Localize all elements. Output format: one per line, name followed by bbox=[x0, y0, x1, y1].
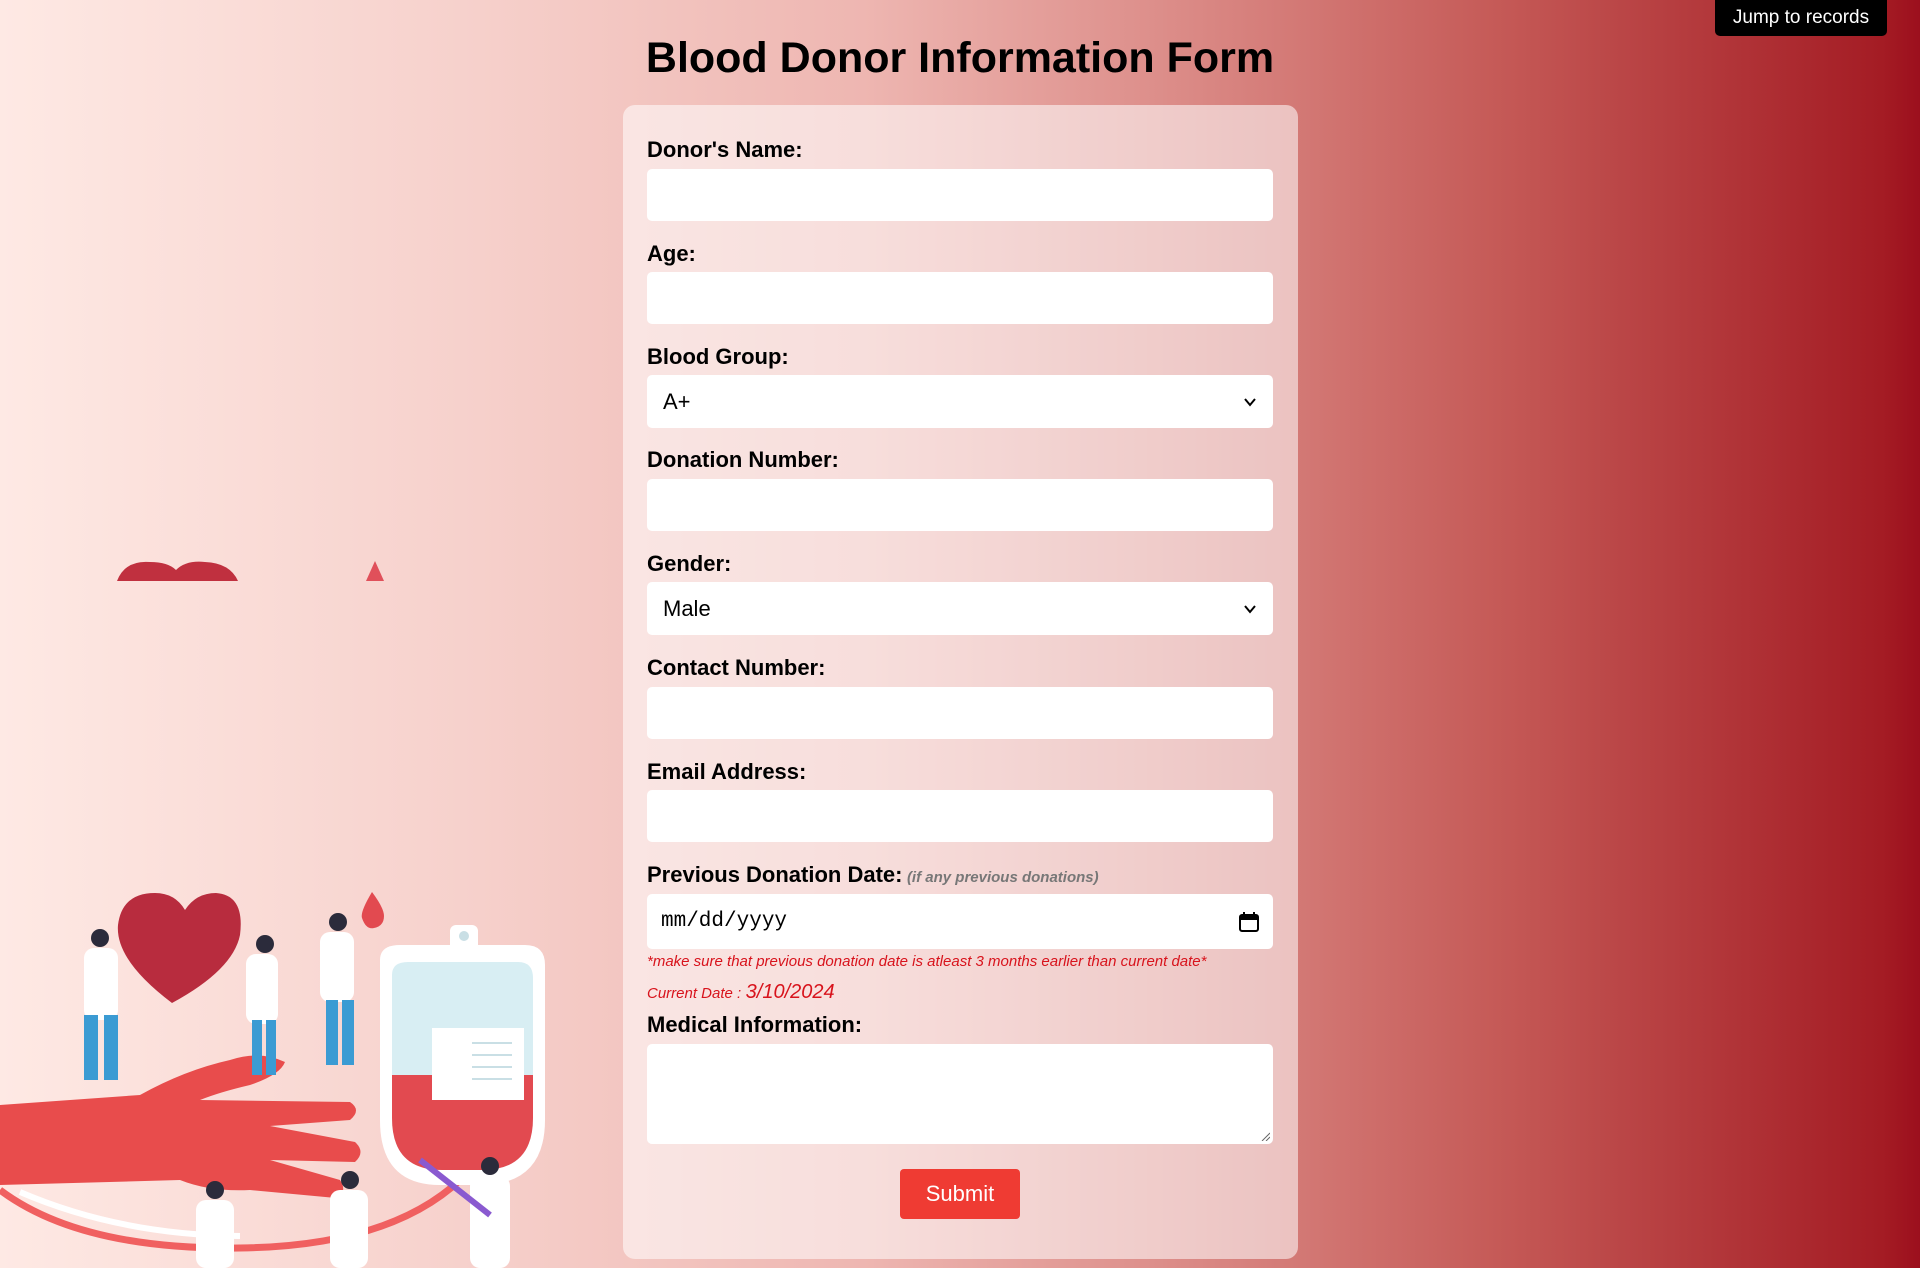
blood-drop bbox=[361, 892, 384, 929]
hand bbox=[0, 1055, 361, 1198]
medical-info-textarea[interactable] bbox=[647, 1044, 1273, 1144]
resize-grip-icon[interactable] bbox=[1260, 1131, 1270, 1141]
email-label: Email Address: bbox=[647, 759, 807, 784]
doctor-figure bbox=[196, 1181, 234, 1268]
chevron-down-icon bbox=[1244, 397, 1256, 407]
current-date-row: Current Date : 3/10/2024 bbox=[647, 981, 835, 1004]
blood-group-select[interactable]: A+ bbox=[647, 375, 1273, 428]
age-input[interactable] bbox=[647, 272, 1273, 324]
gender-select[interactable]: Male bbox=[647, 582, 1273, 635]
donor-name-input[interactable] bbox=[647, 169, 1273, 221]
calendar-icon[interactable] bbox=[1239, 911, 1259, 932]
contact-number-label: Contact Number: bbox=[647, 655, 826, 680]
prev-donation-label-row: Previous Donation Date: (if any previous… bbox=[647, 862, 1099, 888]
blood-bag bbox=[380, 925, 545, 1185]
prev-donation-hint: (if any previous donations) bbox=[906, 869, 1099, 886]
blood-group-label: Blood Group: bbox=[647, 344, 789, 369]
blood-group-selected: A+ bbox=[663, 388, 691, 414]
chevron-down-icon bbox=[1244, 604, 1256, 614]
doctor-figure bbox=[320, 913, 354, 1065]
blood-donation-illustration bbox=[0, 561, 545, 1268]
jump-to-records-button[interactable]: Jump to records bbox=[1715, 0, 1887, 36]
date-placeholder: mm/dd/yyyy bbox=[661, 910, 788, 933]
contact-number-input[interactable] bbox=[647, 687, 1273, 739]
submit-button[interactable]: Submit bbox=[900, 1169, 1020, 1219]
current-date-label: Current Date : bbox=[647, 985, 742, 1002]
heart-fragment bbox=[117, 561, 238, 581]
donation-number-label: Donation Number: bbox=[647, 447, 839, 472]
doctor-figure bbox=[84, 929, 118, 1080]
current-date-value: 3/10/2024 bbox=[745, 981, 835, 1003]
page-title: Blood Donor Information Form bbox=[645, 34, 1275, 82]
donor-form: Donor's Name: Age: Blood Group: A+ Donat… bbox=[623, 105, 1298, 1259]
donation-date-warning: *make sure that previous donation date i… bbox=[647, 953, 1207, 970]
donor-name-label: Donor's Name: bbox=[647, 137, 803, 162]
medical-info-label: Medical Information: bbox=[647, 1012, 863, 1037]
drop-fragment bbox=[366, 561, 384, 581]
gender-label: Gender: bbox=[647, 551, 732, 576]
email-input[interactable] bbox=[647, 790, 1273, 842]
donation-number-input[interactable] bbox=[647, 479, 1273, 531]
age-label: Age: bbox=[647, 241, 696, 266]
prev-donation-label: Previous Donation Date: bbox=[647, 862, 903, 887]
heart bbox=[117, 893, 241, 1003]
gender-selected: Male bbox=[663, 595, 711, 621]
prev-donation-date-input[interactable]: mm/dd/yyyy bbox=[647, 894, 1273, 949]
doctor-figure bbox=[246, 935, 278, 1075]
